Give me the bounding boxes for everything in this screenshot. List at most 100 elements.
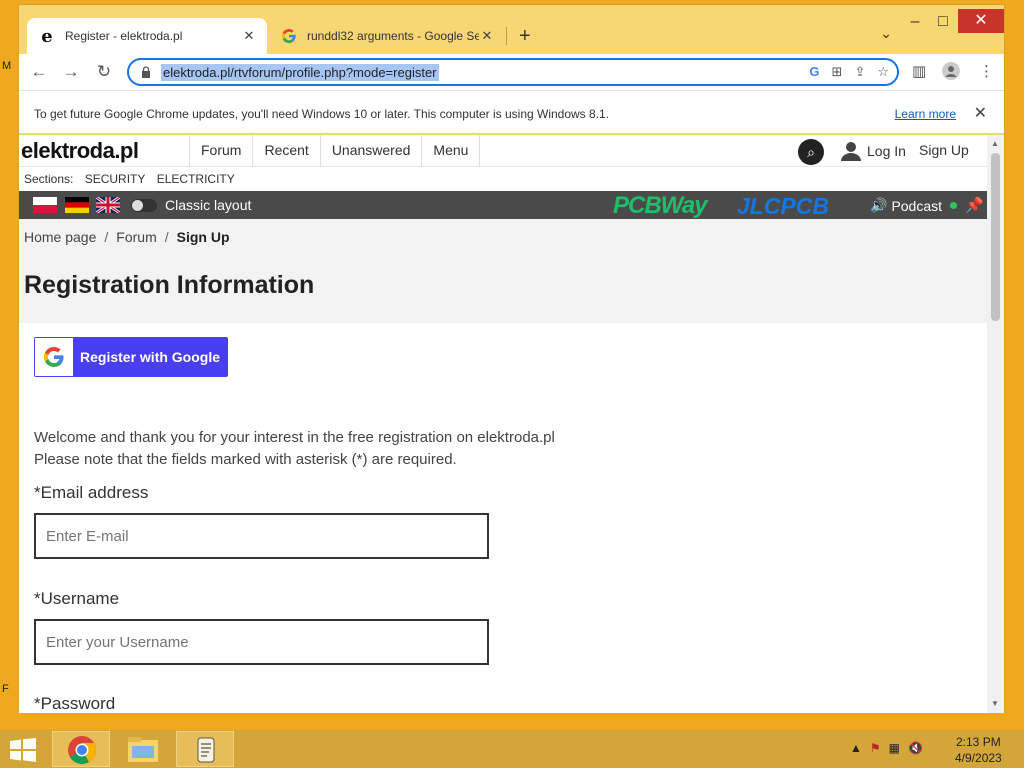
breadcrumb: Home page / Forum / Sign Up bbox=[24, 229, 230, 245]
pcbway-logo[interactable]: PCBWay bbox=[613, 192, 708, 220]
translate-icon[interactable]: ⊞ bbox=[832, 64, 843, 80]
file-explorer-taskbar-button[interactable] bbox=[114, 731, 172, 767]
login-label: Log In bbox=[867, 143, 906, 159]
omnibox-icons: G ⊞ ⇪ ☆ bbox=[809, 64, 889, 80]
email-field[interactable] bbox=[34, 513, 489, 559]
podcast-label: Podcast bbox=[891, 197, 943, 214]
jlcpcb-logo[interactable]: JLCPCB bbox=[737, 193, 829, 220]
menu-kebab-icon[interactable]: ⋮ bbox=[979, 62, 994, 80]
top-darkbar: Classic layout PCBWay JLCPCB 🔊 Podcast 📌 bbox=[19, 191, 989, 219]
scroll-script-icon bbox=[197, 737, 215, 763]
reload-button[interactable]: ↻ bbox=[92, 61, 116, 83]
update-infobar: To get future Google Chrome updates, you… bbox=[19, 90, 1004, 134]
welcome-line: Welcome and thank you for your interest … bbox=[34, 429, 555, 446]
minimize-button[interactable]: – bbox=[900, 11, 930, 33]
volume-muted-icon[interactable]: 🔇 bbox=[908, 741, 923, 755]
tray-chevron-icon[interactable]: ▲ bbox=[850, 741, 862, 755]
close-icon[interactable]: ✕ bbox=[479, 28, 495, 44]
clock[interactable]: 2:13 PM 4/9/2023 bbox=[955, 734, 1002, 766]
chrome-icon bbox=[68, 736, 96, 764]
username-field[interactable] bbox=[34, 619, 489, 665]
welcome-text: Welcome and thank you for your interest … bbox=[34, 427, 555, 471]
scroll-up-icon[interactable]: ▲ bbox=[991, 139, 999, 148]
speaker-icon: 🔊 bbox=[870, 197, 888, 213]
tab-register[interactable]: e Register - elektroda.pl ✕ bbox=[27, 18, 267, 54]
google-lens-icon[interactable]: G bbox=[809, 64, 819, 80]
podcast-link[interactable]: 🔊 Podcast bbox=[870, 197, 958, 214]
nav-menu[interactable]: Menu bbox=[421, 135, 481, 167]
scroll-down-icon[interactable]: ▼ bbox=[991, 699, 999, 708]
poland-flag-icon[interactable] bbox=[33, 197, 57, 213]
infobar-text: To get future Google Chrome updates, you… bbox=[34, 107, 610, 121]
breadcrumb-forum[interactable]: Forum bbox=[116, 229, 156, 245]
action-center-icon[interactable]: ⚑ bbox=[870, 741, 881, 755]
folder-icon bbox=[128, 737, 158, 762]
tab-title: runddl32 arguments - Google Se bbox=[307, 29, 479, 43]
windows-start-icon[interactable] bbox=[8, 738, 38, 762]
url-text[interactable]: elektroda.pl/rtvforum/profile.php?mode=r… bbox=[161, 64, 439, 81]
pin-icon[interactable]: 📌 bbox=[965, 196, 984, 214]
back-button[interactable]: ← bbox=[27, 61, 51, 83]
clock-date: 4/9/2023 bbox=[955, 751, 1002, 765]
close-icon[interactable]: ✕ bbox=[974, 103, 987, 123]
login-link[interactable]: Log In bbox=[841, 141, 906, 161]
live-dot-icon bbox=[950, 202, 958, 209]
tab-google-search[interactable]: runddl32 arguments - Google Se ✕ bbox=[269, 18, 505, 54]
site-header: elektroda.pl Forum Recent Unanswered Men… bbox=[19, 135, 989, 167]
clock-time: 2:13 PM bbox=[956, 735, 1001, 749]
breadcrumb-current: Sign Up bbox=[176, 229, 230, 245]
google-icon bbox=[281, 28, 297, 44]
tab-separator bbox=[506, 27, 507, 45]
sections-label: Sections: bbox=[24, 172, 74, 186]
lock-icon bbox=[142, 66, 150, 78]
close-icon[interactable]: ✕ bbox=[241, 28, 257, 44]
scroll-thumb[interactable] bbox=[991, 153, 1000, 321]
chevron-down-icon[interactable]: ⌄ bbox=[880, 25, 892, 42]
classic-layout-toggle[interactable] bbox=[131, 199, 157, 212]
register-with-google-button[interactable]: Register with Google bbox=[34, 337, 228, 377]
profile-icon[interactable] bbox=[942, 62, 960, 84]
share-icon[interactable]: ⇪ bbox=[854, 64, 865, 80]
sections-bar: Sections: SECURITY ELECTRICITY bbox=[24, 172, 243, 186]
uk-flag-icon[interactable] bbox=[96, 197, 120, 213]
learn-more-link[interactable]: Learn more bbox=[895, 107, 956, 121]
nav-forum[interactable]: Forum bbox=[189, 135, 252, 167]
section-electricity[interactable]: ELECTRICITY bbox=[157, 172, 235, 186]
script-taskbar-button[interactable] bbox=[176, 731, 234, 767]
signup-link[interactable]: Sign Up bbox=[919, 142, 969, 158]
toggle-knob bbox=[132, 200, 143, 211]
web-page: elektroda.pl Forum Recent Unanswered Men… bbox=[19, 135, 989, 713]
password-label: *Password bbox=[34, 694, 116, 713]
search-icon[interactable]: ⌕ bbox=[798, 139, 824, 165]
email-label: *Email address bbox=[34, 483, 149, 502]
page-scrollbar[interactable]: ▲ ▼ bbox=[987, 135, 1004, 713]
germany-flag-icon[interactable] bbox=[65, 197, 89, 213]
nav-recent[interactable]: Recent bbox=[252, 135, 319, 167]
forward-button[interactable]: → bbox=[59, 61, 83, 83]
breadcrumb-home[interactable]: Home page bbox=[24, 229, 96, 245]
section-security[interactable]: SECURITY bbox=[85, 172, 146, 186]
side-panel-icon[interactable]: ▥ bbox=[912, 62, 926, 80]
maximize-button[interactable]: □ bbox=[928, 11, 958, 33]
user-icon bbox=[841, 142, 861, 161]
nav-unanswered[interactable]: Unanswered bbox=[319, 135, 422, 167]
new-tab-button[interactable]: + bbox=[519, 25, 531, 48]
google-button-label: Register with Google bbox=[80, 349, 221, 365]
classic-layout-label[interactable]: Classic layout bbox=[165, 197, 251, 213]
chrome-window: e Register - elektroda.pl ✕ runddl32 arg… bbox=[18, 4, 1005, 713]
ie-icon: e bbox=[41, 25, 53, 47]
toolbar: ← → ↻ elektroda.pl/rtvforum/profile.php?… bbox=[19, 54, 1004, 90]
tab-title: Register - elektroda.pl bbox=[65, 29, 183, 43]
username-label: *Username bbox=[34, 589, 120, 608]
desktop-icon-label: F bbox=[2, 683, 9, 695]
network-icon[interactable]: ▦ bbox=[889, 741, 900, 755]
bookmark-star-icon[interactable]: ☆ bbox=[877, 64, 889, 80]
chrome-taskbar-button[interactable] bbox=[52, 731, 110, 767]
close-window-button[interactable]: ✕ bbox=[958, 9, 1004, 33]
google-icon bbox=[35, 338, 73, 376]
desktop-icon-label: M bbox=[2, 60, 12, 72]
page-title: Registration Information bbox=[24, 271, 315, 299]
address-bar[interactable]: elektroda.pl/rtvforum/profile.php?mode=r… bbox=[127, 58, 899, 86]
site-logo[interactable]: elektroda.pl bbox=[21, 138, 139, 164]
required-note: Please note that the fields marked with … bbox=[34, 451, 457, 468]
